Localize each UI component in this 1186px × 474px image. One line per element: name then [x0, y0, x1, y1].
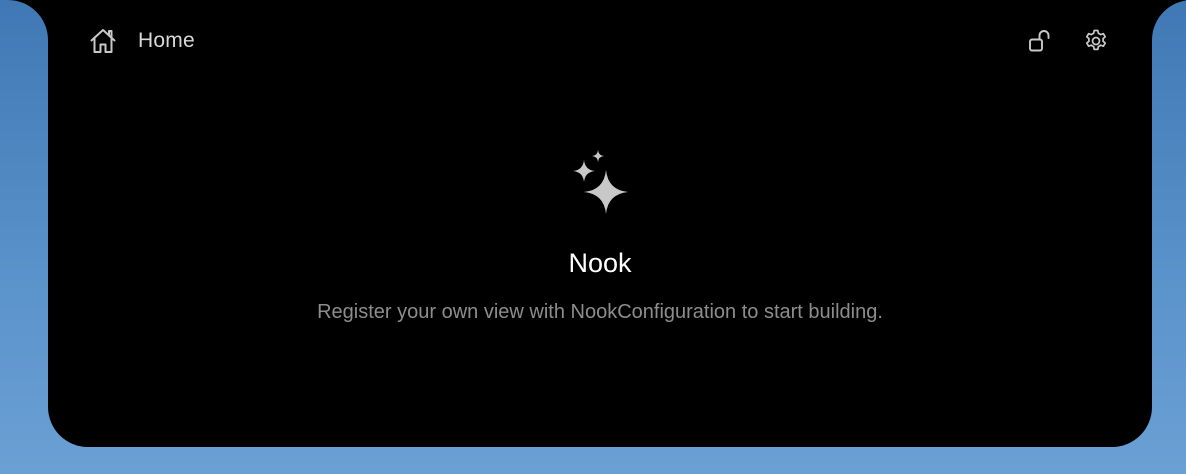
empty-state-title: Nook	[568, 248, 632, 278]
panel-corner-left	[8, 0, 48, 40]
lock-toggle-button[interactable]	[1025, 26, 1055, 56]
empty-state-subtitle: Register your own view with NookConfigur…	[317, 301, 883, 323]
settings-button[interactable]	[1081, 26, 1111, 56]
gear-icon	[1083, 28, 1109, 54]
panel-header: Home	[48, 0, 1152, 80]
home-label: Home	[138, 29, 195, 52]
house-icon	[88, 26, 118, 56]
empty-state: Nook Register your own view with NookCon…	[48, 150, 1152, 324]
sparkles-icon	[568, 150, 632, 220]
panel-corner-right	[1152, 0, 1186, 40]
unlocked-padlock-icon	[1027, 28, 1053, 54]
home-button[interactable]: Home	[88, 24, 195, 58]
